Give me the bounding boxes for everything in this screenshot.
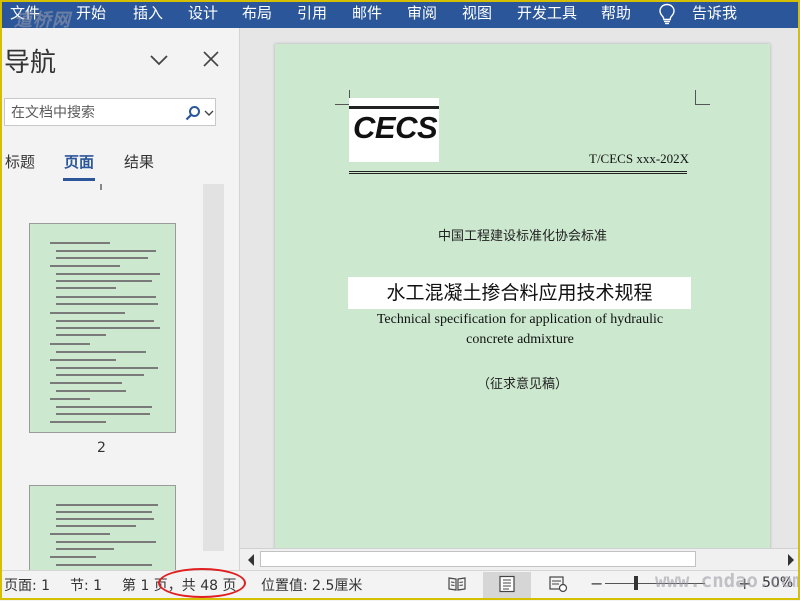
document-page[interactable]: CECS T/CECS xxx-202X 中国工程建设标准化协会标准 水工混凝土… (275, 44, 770, 548)
thumbnail-scrollbar[interactable] (203, 184, 224, 551)
tab-mailings[interactable]: 邮件 (352, 3, 382, 23)
tab-layout[interactable]: 布局 (242, 3, 272, 23)
close-icon[interactable] (200, 48, 222, 70)
standard-code: T/CECS xxx-202X (589, 151, 690, 166)
document-title-cn: 水工混凝土掺合料应用技术规程 (348, 277, 691, 309)
page-thumbnail[interactable] (29, 485, 176, 572)
print-layout-icon[interactable] (497, 575, 517, 593)
navtab-headings[interactable]: 标题 (5, 151, 35, 172)
chevron-down-icon[interactable] (204, 109, 214, 117)
navtab-results[interactable]: 结果 (124, 151, 154, 172)
margin-corner-mark (695, 90, 710, 105)
margin-corner-mark (335, 90, 350, 105)
tab-developer[interactable]: 开发工具 (517, 3, 577, 23)
page-thumbnails: 2 (0, 184, 200, 572)
horizontal-scrollbar[interactable] (240, 548, 800, 571)
page-thumbnail[interactable] (29, 223, 176, 433)
annotation-circle (158, 568, 246, 598)
zoom-out-button[interactable]: − (590, 574, 603, 593)
web-layout-icon[interactable] (548, 575, 568, 593)
status-section[interactable]: 节: 1 (70, 575, 102, 595)
active-tab-indicator (63, 178, 95, 181)
association-name: 中国工程建设标准化协会标准 (437, 229, 607, 244)
tell-me-box[interactable]: 告诉我 (692, 3, 737, 23)
draft-label: （征求意见稿） (476, 377, 568, 392)
cecs-logo: CECS (349, 98, 439, 162)
status-position[interactable]: 位置值: 2.5厘米 (261, 575, 362, 595)
navtab-pages[interactable]: 页面 (64, 151, 94, 172)
search-icon[interactable] (185, 105, 201, 121)
tab-home[interactable]: 开始 (76, 3, 106, 23)
read-mode-icon[interactable] (447, 575, 467, 593)
logo-band (349, 106, 439, 109)
status-page[interactable]: 页面: 1 (4, 575, 50, 595)
divider (349, 173, 687, 174)
document-title-en: Technical specification for application … (376, 312, 664, 347)
search-input[interactable] (11, 103, 171, 123)
tab-view[interactable]: 视图 (462, 3, 492, 23)
zoom-slider-thumb[interactable] (634, 576, 638, 590)
tab-references[interactable]: 引用 (297, 3, 327, 23)
logo-text: CECS (353, 110, 438, 145)
watermark: 道桥网 (14, 10, 71, 31)
scrollbar-thumb[interactable] (260, 551, 696, 567)
navigation-pane: 导航 标题 页面 结果 (0, 28, 240, 572)
lightbulb-icon[interactable] (658, 3, 676, 25)
divider (349, 171, 687, 172)
tab-insert[interactable]: 插入 (133, 3, 163, 23)
document-area[interactable]: CECS T/CECS xxx-202X 中国工程建设标准化协会标准 水工混凝土… (240, 28, 800, 548)
tab-help[interactable]: 帮助 (601, 3, 631, 23)
nav-pane-title: 导航 (4, 48, 57, 78)
tab-design[interactable]: 设计 (188, 3, 218, 23)
ribbon-tab-bar: 文件 开始 插入 设计 布局 引用 邮件 审阅 视图 开发工具 帮助 告诉我 (0, 0, 800, 28)
thumbnail-page-number: 2 (97, 440, 106, 456)
watermark: www.cndao.com (655, 570, 800, 592)
chevron-down-icon[interactable] (148, 50, 170, 70)
scroll-left-icon[interactable] (246, 553, 256, 567)
search-box (4, 98, 216, 126)
scroll-right-icon[interactable] (786, 553, 796, 567)
thumbnail-marker (100, 184, 102, 190)
tab-review[interactable]: 审阅 (407, 3, 437, 23)
